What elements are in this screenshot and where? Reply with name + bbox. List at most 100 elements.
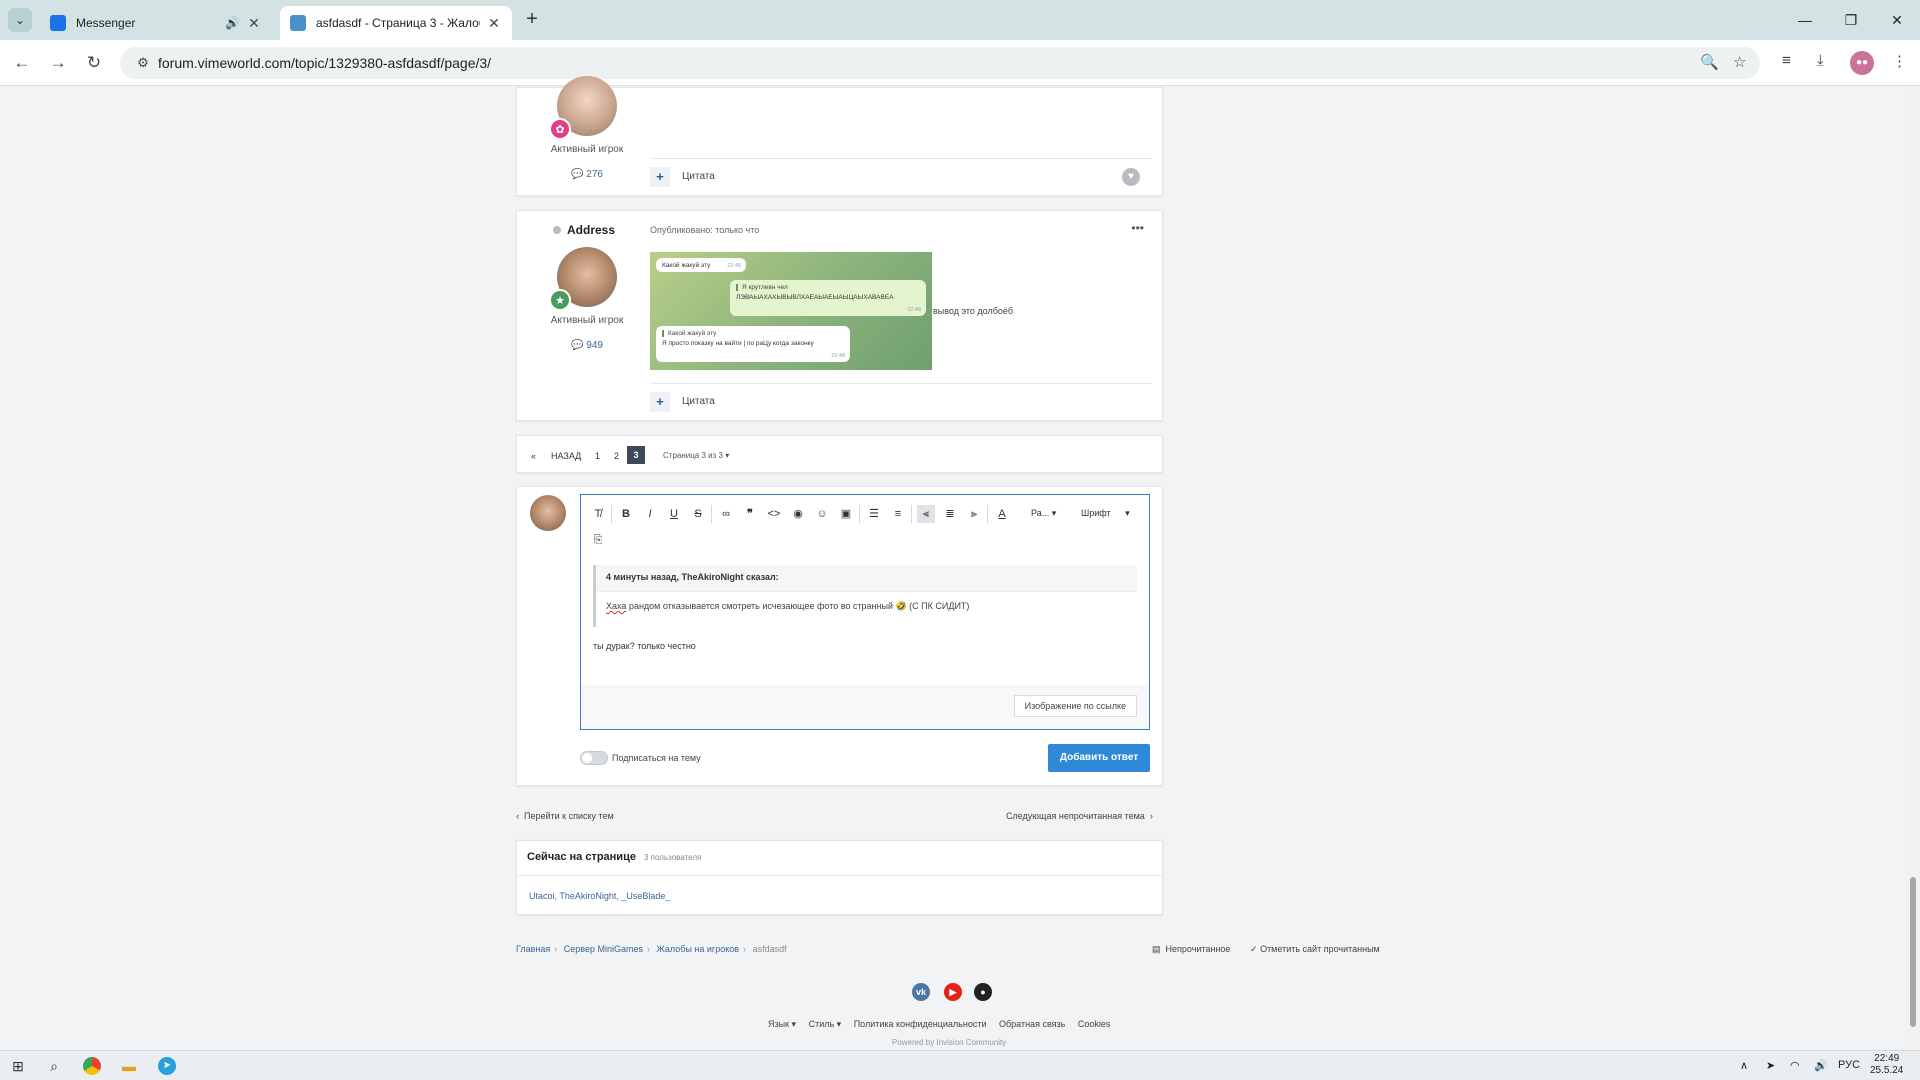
github-icon[interactable]: ●: [974, 983, 992, 1001]
clock[interactable]: 22:49 25.5.24: [1870, 1053, 1903, 1077]
link-icon[interactable]: ∞: [717, 505, 735, 523]
vk-icon[interactable]: vk: [912, 983, 930, 1001]
reply-editor[interactable]: T̸ B I U S ∞ ❞ <> ◉ ☺ ▣ ☰ ≡ ⫷ ≣ ⫸ A Ра..…: [580, 494, 1150, 730]
telegram-icon[interactable]: ➤: [158, 1057, 176, 1075]
language-indicator[interactable]: РУС: [1838, 1059, 1860, 1071]
source-view-icon[interactable]: ⎘: [589, 531, 607, 549]
online-user-list[interactable]: Utacoi, TheAkiroNight, _UseBlade_: [529, 891, 670, 901]
next-unread-link[interactable]: Следующая непрочитанная тема ›: [1006, 811, 1153, 821]
scrollbar-thumb[interactable]: [1910, 877, 1916, 1027]
footer-style-link[interactable]: Стиль ▾: [809, 1019, 842, 1029]
page-current[interactable]: 3: [627, 446, 645, 464]
post-author-name[interactable]: Address: [567, 223, 615, 237]
avatar[interactable]: ★: [549, 247, 617, 311]
offline-status-icon: [553, 226, 561, 234]
wifi-icon[interactable]: ◠: [1790, 1059, 1800, 1072]
editor-typed-text[interactable]: ты дурак? только честно: [593, 641, 696, 651]
online-count: 3 пользователя: [644, 853, 702, 862]
restore-button[interactable]: ❐: [1828, 0, 1874, 40]
rank-badge-icon: ★: [549, 289, 571, 311]
subscribe-toggle[interactable]: [580, 751, 608, 765]
volume-icon[interactable]: 🔊: [1814, 1059, 1828, 1072]
profile-avatar[interactable]: ●●: [1850, 51, 1874, 75]
chrome-icon[interactable]: [83, 1057, 101, 1075]
strikethrough-icon[interactable]: S: [689, 505, 707, 523]
font-size-dropdown[interactable]: Ра... ▾: [1031, 508, 1056, 519]
spoiler-eye-icon[interactable]: ◉: [789, 505, 807, 523]
italic-icon[interactable]: I: [641, 505, 659, 523]
media-icon[interactable]: ▣: [837, 505, 855, 523]
bullet-list-icon[interactable]: ☰: [865, 505, 883, 523]
minimize-button[interactable]: —: [1782, 0, 1828, 40]
close-window-button[interactable]: ✕: [1874, 0, 1920, 40]
youtube-icon[interactable]: ▶: [944, 983, 962, 1001]
quote-button[interactable]: Цитата: [682, 171, 715, 182]
tray-expand-icon[interactable]: ∧: [1740, 1059, 1748, 1072]
multiquote-button[interactable]: +: [650, 167, 670, 187]
page-link-2[interactable]: 2: [614, 451, 619, 461]
back-button[interactable]: ←: [10, 51, 34, 75]
quote-button[interactable]: Цитата: [682, 396, 715, 407]
zoom-icon[interactable]: 🔍: [1700, 53, 1719, 71]
close-tab-icon[interactable]: ✕: [246, 15, 262, 32]
font-dropdown[interactable]: Шрифт ▾: [1081, 508, 1130, 519]
add-reply-button[interactable]: Добавить ответ: [1048, 744, 1150, 772]
tab-messenger[interactable]: Messenger 🔊 ✕: [40, 6, 272, 40]
page-scrollbar[interactable]: [1906, 87, 1920, 1050]
mark-read-link[interactable]: ✓ Отметить сайт прочитанным: [1250, 944, 1380, 955]
align-center-icon[interactable]: ≣: [941, 505, 959, 523]
like-heart-icon[interactable]: ♥: [1122, 168, 1140, 186]
post-author-panel: ✿ Активный игрок 💬 276: [527, 76, 647, 180]
forward-button[interactable]: →: [46, 51, 70, 75]
insert-image-url-button[interactable]: Изображение по ссылке: [1013, 695, 1137, 717]
tab-search-button[interactable]: ⌄: [8, 8, 32, 32]
file-explorer-icon[interactable]: ▬: [120, 1057, 138, 1075]
footer-cookies-link[interactable]: Cookies: [1078, 1019, 1111, 1029]
first-page-icon[interactable]: «: [531, 451, 536, 461]
post-author-panel: ★ Активный игрок 💬 949: [527, 247, 647, 351]
breadcrumb-complaints[interactable]: Жалобы на игроков: [657, 944, 740, 954]
underline-icon[interactable]: U: [665, 505, 683, 523]
page-link-1[interactable]: 1: [595, 451, 600, 461]
bold-icon[interactable]: B: [617, 505, 635, 523]
avatar[interactable]: ✿: [549, 76, 617, 140]
text-color-icon[interactable]: A: [993, 505, 1011, 523]
close-tab-icon[interactable]: ✕: [486, 15, 502, 32]
unread-link[interactable]: ▤ Непрочитанное: [1152, 944, 1230, 955]
clear-format-icon[interactable]: T̸: [589, 505, 607, 523]
media-controls-icon[interactable]: ≡: [1782, 52, 1791, 69]
attached-screenshot[interactable]: Какой жакуй эту 22:48 Я крутлевн чел ЛЭВ…: [650, 252, 932, 370]
numbered-list-icon[interactable]: ≡: [889, 505, 907, 523]
audio-icon[interactable]: 🔊: [225, 16, 240, 30]
emoji-icon[interactable]: ☺: [813, 505, 831, 523]
multiquote-button[interactable]: +: [650, 392, 670, 412]
breadcrumb-home[interactable]: Главная: [516, 944, 550, 954]
pagination: « НАЗАД 1 2 3 Страница 3 из 3 ▾: [516, 435, 1163, 473]
footer-privacy-link[interactable]: Политика конфиденциальности: [854, 1019, 987, 1029]
site-info-icon[interactable]: ⚙: [128, 55, 158, 71]
post-menu-icon[interactable]: •••: [1131, 221, 1144, 235]
powered-by[interactable]: Powered by Invision Community: [892, 1038, 1006, 1047]
quote-icon[interactable]: ❞: [741, 505, 759, 523]
footer-language-link[interactable]: Язык ▾: [768, 1019, 796, 1029]
windows-start-icon[interactable]: ⊞: [9, 1057, 27, 1075]
download-icon[interactable]: ⤓: [1817, 52, 1824, 69]
page-jump-dropdown[interactable]: Страница 3 из 3 ▾: [663, 451, 729, 460]
address-bar[interactable]: ⚙ forum.vimeworld.com/topic/1329380-asfd…: [120, 47, 1760, 79]
bookmark-star-icon[interactable]: ☆: [1733, 53, 1746, 71]
current-user-avatar[interactable]: [530, 495, 566, 531]
code-icon[interactable]: <>: [765, 505, 783, 523]
reload-button[interactable]: ↻: [82, 51, 106, 75]
search-icon[interactable]: ⌕: [45, 1057, 63, 1075]
tab-forum[interactable]: asfdasdf - Страница 3 - Жалобы на игроко…: [280, 6, 512, 40]
prev-page-link[interactable]: НАЗАД: [551, 451, 581, 461]
back-to-topics-link[interactable]: ‹ Перейти к списку тем: [516, 811, 614, 821]
align-right-icon[interactable]: ⫸: [965, 505, 983, 523]
menu-icon[interactable]: ⋮: [1892, 52, 1907, 70]
breadcrumb-server[interactable]: Сервер MiniGames: [564, 944, 643, 954]
telegram-tray-icon[interactable]: ➤: [1766, 1059, 1775, 1072]
footer-feedback-link[interactable]: Обратная связь: [999, 1019, 1065, 1029]
new-tab-button[interactable]: +: [520, 8, 544, 32]
bubble-quote: Какой жакуй эту: [662, 330, 844, 337]
align-left-icon[interactable]: ⫷: [917, 505, 935, 523]
